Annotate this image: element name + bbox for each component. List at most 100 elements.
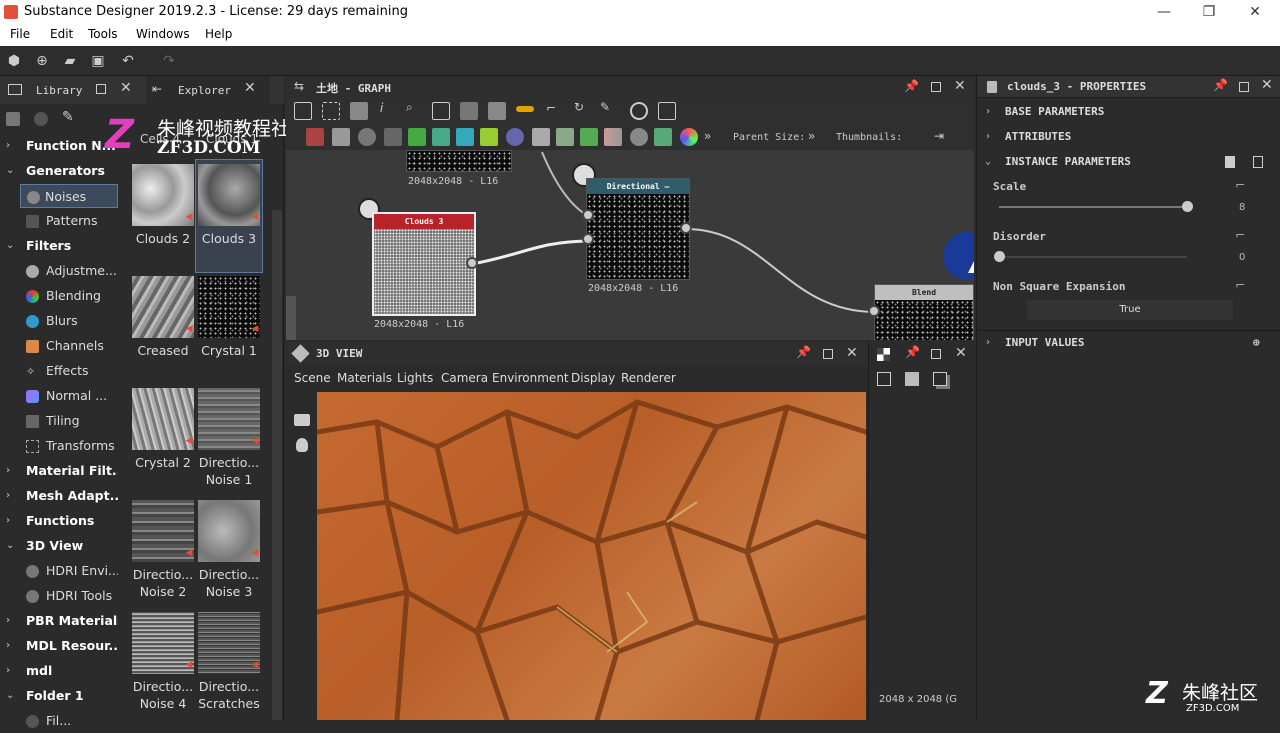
menu-display[interactable]: Display — [571, 371, 615, 385]
param-disorder-reset-icon[interactable]: ⌐ — [1235, 228, 1245, 242]
tree-channels[interactable]: Channels — [0, 334, 120, 358]
menu-help[interactable]: Help — [205, 27, 232, 41]
close-3d-icon[interactable]: ✕ — [846, 345, 858, 361]
tab-explorer[interactable]: Explorer — [178, 84, 231, 97]
section-attributes[interactable]: › ATTRIBUTES — [977, 125, 1280, 149]
node-directional-output[interactable] — [680, 222, 692, 234]
new-package-icon[interactable]: ⬢ — [5, 52, 23, 70]
menu-lights[interactable]: Lights — [397, 371, 433, 385]
restore-button[interactable]: ❐ — [1199, 2, 1219, 22]
node-blend-input[interactable] — [868, 305, 880, 317]
param-scale-knob[interactable] — [1182, 201, 1193, 212]
tree-noises[interactable]: Noises — [20, 184, 118, 208]
tree-material-filters[interactable]: › Material Filt... — [0, 459, 120, 483]
float-3d-icon[interactable] — [823, 349, 833, 359]
menu-windows[interactable]: Windows — [136, 27, 190, 41]
menu-tools[interactable]: Tools — [88, 27, 118, 41]
node-directional[interactable]: Directional — — [586, 178, 690, 280]
save-2d-icon[interactable] — [905, 372, 919, 386]
section-input-values[interactable]: › INPUT VALUES ⊕ — [977, 330, 1280, 354]
thumb-clouds-3[interactable]: ◀ Clouds 3 — [195, 159, 263, 273]
reset-all-icon[interactable] — [1253, 156, 1263, 168]
node-directional-input-1[interactable] — [582, 209, 594, 221]
settings-icon[interactable] — [34, 112, 48, 126]
explorer-tab[interactable]: ⇤ Explorer ✕ — [146, 76, 270, 104]
add-input-icon[interactable]: ⊕ — [1253, 331, 1260, 355]
tree-filters[interactable]: ⌄ Filters — [0, 234, 120, 258]
new-graph-icon[interactable]: ⊕ — [33, 52, 51, 70]
section-base-parameters[interactable]: › BASE PARAMETERS — [977, 100, 1280, 124]
node-blend[interactable]: Blend — [874, 284, 974, 340]
tree-transforms[interactable]: Transforms — [0, 434, 120, 458]
pin-2d-icon[interactable]: 📌 — [905, 345, 920, 359]
close-button[interactable]: ✕ — [1245, 2, 1265, 22]
save-icon[interactable]: ▣ — [89, 52, 107, 70]
tree-mdl[interactable]: › mdl — [0, 659, 120, 683]
light-bulb-icon[interactable] — [296, 438, 308, 452]
camera-view-icon[interactable] — [294, 414, 310, 426]
tree-effects[interactable]: ✧ Effects — [0, 359, 120, 383]
tree-hdri-tools[interactable]: HDRI Tools — [0, 584, 120, 608]
minimize-button[interactable]: — — [1154, 2, 1174, 22]
thumb-crystal-1[interactable]: ◀ Crystal 1 — [196, 272, 262, 384]
menu-file[interactable]: File — [10, 27, 30, 41]
thumb-directional-noise-1[interactable]: ◀ Directio... Noise 1 — [196, 384, 262, 496]
tree-mdl-resources[interactable]: › MDL Resour... — [0, 634, 120, 658]
tree-functions[interactable]: › Functions — [0, 509, 120, 533]
thumb-crystal-2[interactable]: ◀ Crystal 2 — [130, 384, 196, 496]
tree-blurs[interactable]: Blurs — [0, 309, 120, 333]
tree-blending[interactable]: Blending — [0, 284, 120, 308]
param-non-square-reset-icon[interactable]: ⌐ — [1235, 278, 1245, 292]
close-props-icon[interactable]: ✕ — [1261, 77, 1273, 93]
param-scale-reset-icon[interactable]: ⌐ — [1235, 178, 1245, 192]
pin-props-icon[interactable]: 📌 — [1213, 78, 1228, 92]
float-2d-icon[interactable] — [931, 349, 941, 359]
thumb-directional-scratches[interactable]: ◀ Directio... Scratches — [196, 608, 262, 720]
param-scale-slider[interactable] — [999, 201, 1193, 212]
checker-icon[interactable] — [877, 348, 890, 361]
export-icon[interactable] — [877, 372, 891, 386]
redo-icon[interactable]: ↷ — [160, 52, 178, 70]
close-2d-icon[interactable]: ✕ — [955, 345, 967, 361]
section-instance-parameters[interactable]: ⌄ INSTANCE PARAMETERS — [977, 150, 1280, 174]
param-disorder-knob[interactable] — [994, 251, 1005, 262]
3d-viewport[interactable] — [317, 392, 866, 720]
close-explorer-icon[interactable]: ✕ — [244, 80, 256, 96]
thumb-creased[interactable]: ◀ Creased — [130, 272, 196, 384]
close-library-icon[interactable]: ✕ — [120, 80, 132, 96]
param-disorder-value[interactable]: 0 — [1239, 252, 1245, 263]
param-disorder-slider[interactable] — [994, 251, 1187, 262]
pin-3d-icon[interactable]: 📌 — [796, 345, 811, 359]
node-clouds-3-output[interactable] — [466, 257, 478, 269]
menu-materials[interactable]: Materials — [337, 371, 392, 385]
graph-scrollbar[interactable] — [286, 296, 296, 340]
menu-camera[interactable]: Camera — [441, 371, 488, 385]
menu-renderer[interactable]: Renderer — [621, 371, 676, 385]
tree-normal[interactable]: Normal ... — [0, 384, 120, 408]
tree-hdri-environments[interactable]: HDRI Envi... — [0, 559, 120, 583]
preset-icon[interactable] — [1225, 156, 1235, 168]
tree-filters-sub[interactable]: Fil... — [0, 709, 120, 733]
tree-generators[interactable]: ⌄ Generators — [0, 159, 120, 183]
pencil-icon[interactable]: ✎ — [62, 109, 74, 125]
filter-icon[interactable] — [6, 112, 20, 126]
menu-edit[interactable]: Edit — [50, 27, 73, 41]
tree-mesh-adaptive[interactable]: › Mesh Adapt... — [0, 484, 120, 508]
tree-3d-view[interactable]: ⌄ 3D View — [0, 534, 120, 558]
thumb-directional-noise-3[interactable]: ◀ Directio... Noise 3 — [196, 496, 262, 608]
menu-scene[interactable]: Scene — [294, 371, 331, 385]
tree-pbr-materials[interactable]: › PBR Materials — [0, 609, 120, 633]
thumb-directional-noise-4[interactable]: ◀ Directio... Noise 4 — [130, 608, 196, 720]
tree-folder-1[interactable]: ⌄ Folder 1 — [0, 684, 120, 708]
node-directional-input-2[interactable] — [582, 233, 594, 245]
thumb-clouds-2[interactable]: ◀ Clouds 2 — [130, 160, 196, 272]
undo-icon[interactable]: ↶ — [119, 52, 137, 70]
param-scale-value[interactable]: 8 — [1239, 202, 1245, 213]
thumbnails-scrollbar[interactable] — [272, 210, 282, 720]
tab-library[interactable]: Library — [36, 84, 82, 97]
menu-environment[interactable]: Environment — [492, 371, 569, 385]
node-clouds-3[interactable]: Clouds 3 — [372, 212, 476, 316]
float-props-icon[interactable] — [1239, 82, 1249, 92]
copy-icon[interactable] — [933, 372, 947, 386]
tree-tiling[interactable]: Tiling — [0, 409, 120, 433]
